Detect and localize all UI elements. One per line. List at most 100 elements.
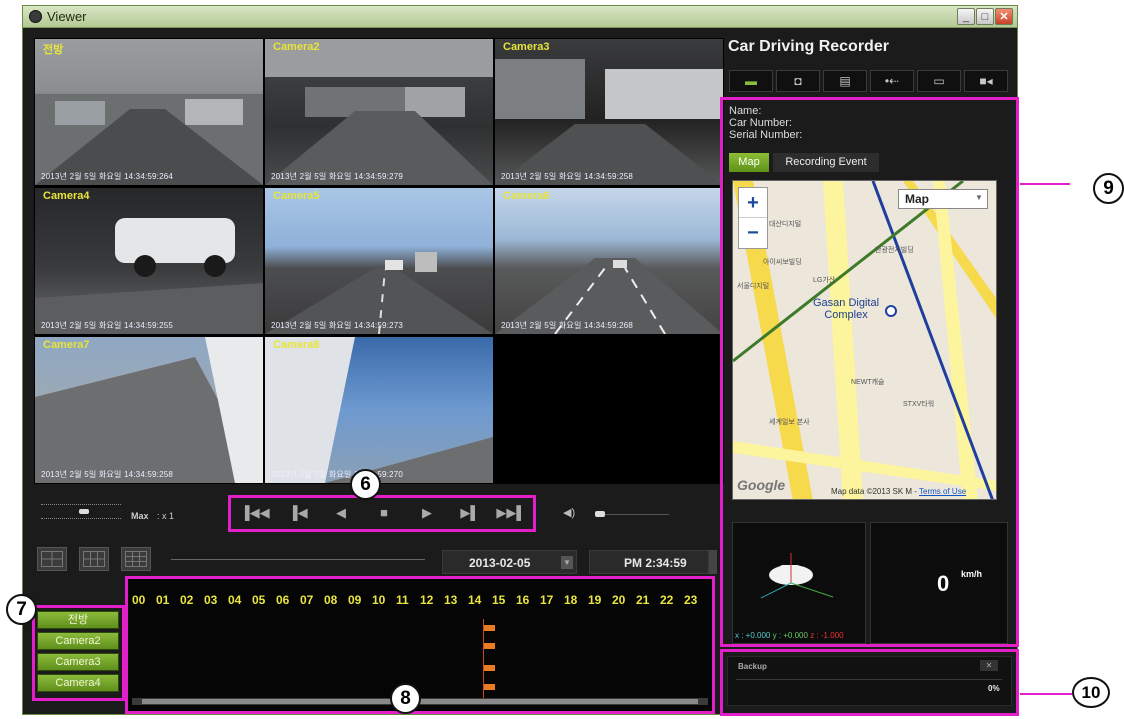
time-value: PM 2:34:59: [624, 556, 687, 570]
step-forward-button[interactable]: ▶▌: [452, 500, 488, 526]
usb-icon: •⇠: [884, 74, 900, 88]
hour-ruler: 00 01 02 03 04 05 06 07 08 09 10 11 12 13 14 15 16 17 18 19…: [128, 579, 712, 609]
name-label: Name:: [729, 105, 762, 117]
camera-select-button[interactable]: Camera4: [37, 674, 119, 692]
map-type-value: Map: [905, 192, 929, 206]
seek-bar[interactable]: [171, 559, 425, 560]
close-button[interactable]: ✕: [995, 8, 1013, 25]
backup-progress-track: [736, 679, 1002, 680]
go-last-button[interactable]: ▶▶▌: [493, 500, 529, 526]
tab-recording-event[interactable]: Recording Event: [773, 153, 879, 172]
camera-select-button[interactable]: 전방: [37, 611, 119, 629]
event-marker: [484, 684, 495, 690]
camera-timestamp: 2013년 2월 5일 화요일 14:34:59:264: [41, 172, 174, 181]
map-zoom-control: + −: [738, 187, 768, 249]
speed-panel: 0 km/h: [870, 522, 1008, 644]
toolbar-button[interactable]: ◘: [776, 70, 820, 92]
camera-view[interactable]: Camera3 2013년 2월 5일 화요일 14:34:59:258: [495, 39, 723, 185]
camera-view[interactable]: 전방 2013년 2월 5일 화요일 14:34:59:264: [35, 39, 263, 185]
viewer-window: Viewer _ □ ✕ 전방 2013년 2월 5일 화요일 14:34:59…: [22, 5, 1124, 716]
camera-view[interactable]: Camera2 2013년 2월 5일 화요일 14:34:59:279: [265, 39, 493, 185]
layout-1-button[interactable]: [37, 547, 67, 571]
callout-10: 10: [1072, 677, 1110, 708]
speed-handle[interactable]: [79, 509, 89, 514]
speed-unit: km/h: [961, 569, 983, 579]
maximize-button[interactable]: □: [976, 8, 994, 25]
side-road-scene: [265, 337, 493, 483]
speed-value: : x 1: [157, 511, 175, 521]
map-attribution: Map data ©2013 SK M - Terms of Use: [831, 487, 967, 496]
hour-label: 02: [180, 593, 194, 607]
garage-scene: [495, 59, 723, 185]
speaker-icon[interactable]: ◀): [563, 506, 575, 519]
event-marker: [484, 625, 495, 631]
hour-label: 11: [396, 593, 409, 607]
hour-label: 00: [132, 593, 146, 607]
volume-handle[interactable]: [595, 511, 605, 517]
camera-timestamp: 2013년 2월 5일 화요일 14:34:59:279: [271, 172, 404, 181]
hour-label: 20: [612, 593, 626, 607]
hour-label: 19: [588, 593, 602, 607]
toolbar-button[interactable]: ▬: [729, 70, 773, 92]
terms-of-use-link[interactable]: Terms of Use: [919, 487, 966, 496]
camera-select-button[interactable]: Camera3: [37, 653, 119, 671]
playback-controls: ▐◀◀ ▐◀ ◀ ■ ▶ ▶▌ ▶▶▌: [228, 495, 536, 532]
gsensor-panel: x : +0.000 y : +0.000 z : -1.000: [732, 522, 866, 644]
camera-timestamp: 2013년 2월 5일 화요일 14:34:59:270: [271, 470, 404, 479]
map-type-select[interactable]: Map ▼: [898, 189, 988, 209]
hour-label: 09: [348, 593, 362, 607]
play-button[interactable]: ▶: [409, 500, 445, 526]
hour-label: 01: [156, 593, 170, 607]
toolbar-button[interactable]: •⇠: [870, 70, 914, 92]
time-field[interactable]: PM 2:34:59: [589, 550, 709, 574]
gsensor-readout: x : +0.000 y : +0.000 z : -1.000: [735, 631, 844, 640]
zoom-in-button[interactable]: +: [739, 188, 767, 218]
hour-label: 15: [492, 593, 506, 607]
hour-label: 22: [660, 593, 674, 607]
time-spinner[interactable]: [709, 550, 717, 574]
backup-cancel-icon[interactable]: ✕: [980, 660, 998, 671]
date-value: 2013-02-05: [469, 556, 531, 570]
camera-select-button[interactable]: Camera2: [37, 632, 119, 650]
toolbar-button[interactable]: ■◂: [964, 70, 1008, 92]
highway-scene: [265, 252, 493, 334]
map-view[interactable]: + − Map ▼ Gasan Digital Complex 대산디지털 한광…: [732, 180, 997, 500]
side-road-scene: [35, 337, 263, 483]
callout-6: 6: [350, 469, 381, 500]
camera-view[interactable]: Camera5 2013년 2월 5일 화요일 14:34:59:273: [265, 188, 493, 334]
speed-slider[interactable]: [37, 496, 127, 530]
info-map-panel: Name: Car Number: Serial Number: Map Rec…: [720, 97, 1019, 647]
hour-label: 06: [276, 593, 290, 607]
serial-number-label: Serial Number:: [729, 129, 803, 141]
camera-timestamp: 2013년 2월 5일 화요일 14:34:59:255: [41, 321, 174, 330]
camera-name: Camera4: [43, 190, 90, 202]
grid-4-icon: [41, 551, 63, 567]
hour-label: 03: [204, 593, 218, 607]
stop-button[interactable]: ■: [366, 500, 402, 526]
hour-label: 07: [300, 593, 314, 607]
toolbar-button[interactable]: ▭: [917, 70, 961, 92]
step-back-button[interactable]: ▐◀: [280, 500, 316, 526]
camera-name: Camera2: [273, 41, 320, 53]
camera-view[interactable]: Camera4 2013년 2월 5일 화요일 14:34:59:255: [35, 188, 263, 334]
layout-2-button[interactable]: [79, 547, 109, 571]
minimize-button[interactable]: _: [957, 8, 975, 25]
layout-3-button[interactable]: [121, 547, 151, 571]
camera-view[interactable]: Camera6 2013년 2월 5일 화요일 14:34:59:268: [495, 188, 723, 334]
side-toolbar: ▬ ◘ ▤ •⇠ ▭ ■◂: [729, 70, 1015, 94]
tab-map[interactable]: Map: [729, 153, 769, 172]
camera-timestamp: 2013년 2월 5일 화요일 14:34:59:268: [501, 321, 634, 330]
camera-view[interactable]: Camera8 2013년 2월 5일 화요일 14:34:59:270: [265, 337, 493, 483]
camera-name: Camera7: [43, 339, 90, 351]
dropdown-icon[interactable]: ▼: [561, 556, 573, 569]
camera-grid: 전방 2013년 2월 5일 화요일 14:34:59:264 Camera2 …: [34, 38, 724, 484]
hour-label: 13: [444, 593, 458, 607]
date-picker[interactable]: 2013-02-05 ▼: [442, 550, 577, 574]
monitor-icon: ▭: [933, 74, 945, 88]
zoom-out-button[interactable]: −: [739, 218, 767, 248]
camera-view[interactable]: Camera7 2013년 2월 5일 화요일 14:34:59:258: [35, 337, 263, 483]
rewind-button[interactable]: ◀: [323, 500, 359, 526]
go-first-button[interactable]: ▐◀◀: [237, 500, 273, 526]
hour-label: 16: [516, 593, 530, 607]
toolbar-button[interactable]: ▤: [823, 70, 867, 92]
